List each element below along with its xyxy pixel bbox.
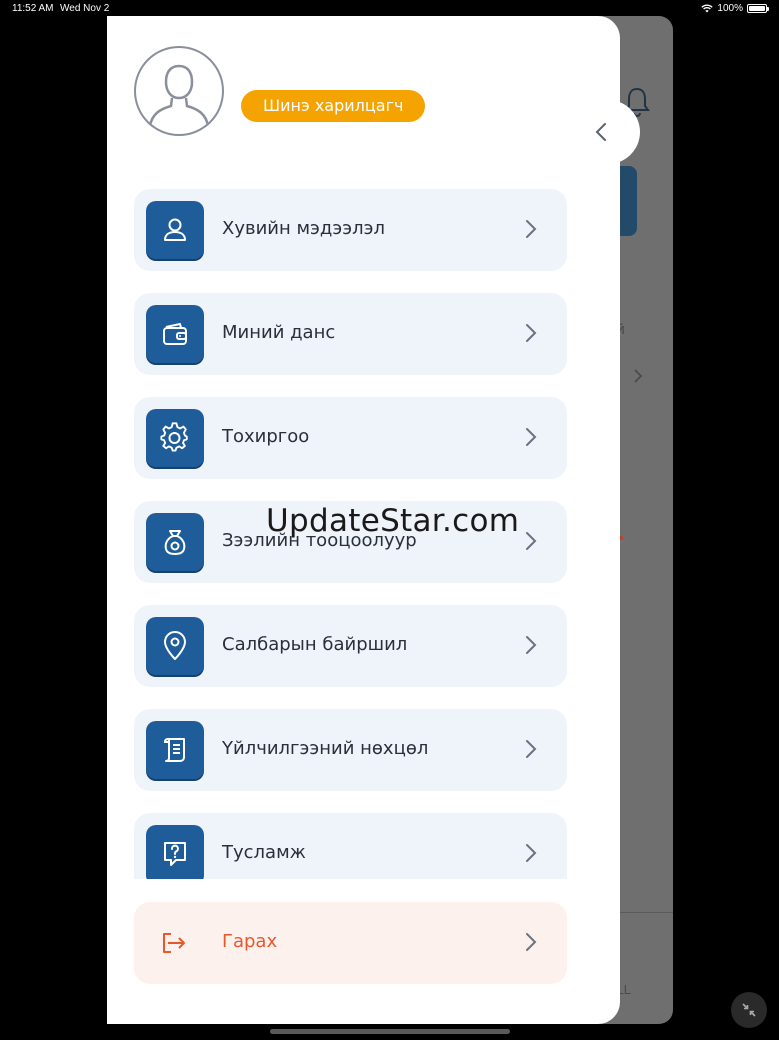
chevron-right-icon [526, 428, 537, 446]
chevron-right-icon [526, 636, 537, 654]
chevron-right-icon [526, 532, 537, 550]
user-silhouette-icon [148, 64, 210, 127]
logout-label: Гарах [222, 931, 278, 952]
avatar[interactable] [134, 46, 224, 136]
chevron-right-icon [526, 220, 537, 238]
watermark: UpdateStar.com [266, 503, 520, 539]
menu-item-label: Тусламж [222, 842, 306, 863]
battery-icon [747, 4, 769, 13]
chevron-right-icon [526, 933, 537, 951]
gear-icon [146, 409, 204, 467]
menu-item-personal-info[interactable]: Хувийн мэдээлэл [134, 189, 567, 271]
menu-item-label: Салбарын байршил [222, 634, 408, 655]
document-icon [146, 721, 204, 779]
minimize-arrows-icon [742, 1003, 756, 1017]
menu-item-branch-location[interactable]: Салбарын байршил [134, 605, 567, 687]
user-icon [146, 201, 204, 259]
location-pin-icon [146, 617, 204, 675]
new-customer-badge: Шинэ харилцагч [241, 90, 426, 122]
chevron-left-icon [595, 123, 606, 141]
menu-item-terms-of-service[interactable]: Үйлчилгээний нөхцөл [134, 709, 567, 791]
minimize-button[interactable] [731, 992, 767, 1028]
chevron-right-icon [526, 844, 537, 862]
battery-percent: 100% [717, 3, 743, 14]
status-date: Wed Nov 2 [60, 3, 110, 14]
background-chevron-icon [634, 369, 643, 383]
menu-item-my-account[interactable]: Миний данс [134, 293, 567, 375]
menu-item-label: Тохиргоо [222, 426, 310, 447]
logout-icon [163, 933, 185, 953]
wallet-icon [146, 305, 204, 363]
menu-item-label: Хувийн мэдээлэл [222, 218, 386, 239]
status-time: 11:52 AM [12, 3, 54, 14]
chevron-right-icon [526, 740, 537, 758]
menu-item-label: Миний данс [222, 322, 336, 343]
chevron-right-icon [526, 324, 537, 342]
menu-item-label: Үйлчилгээний нөхцөл [222, 738, 429, 759]
wifi-icon [701, 4, 714, 13]
status-right: 100% [701, 3, 769, 14]
menu-item-help[interactable]: Тусламж [134, 813, 567, 879]
money-bag-icon [146, 513, 204, 571]
logout-button[interactable]: Гарах [134, 902, 567, 984]
home-indicator[interactable] [270, 1029, 510, 1034]
help-icon [146, 825, 204, 879]
menu-item-settings[interactable]: Тохиргоо [134, 397, 567, 479]
